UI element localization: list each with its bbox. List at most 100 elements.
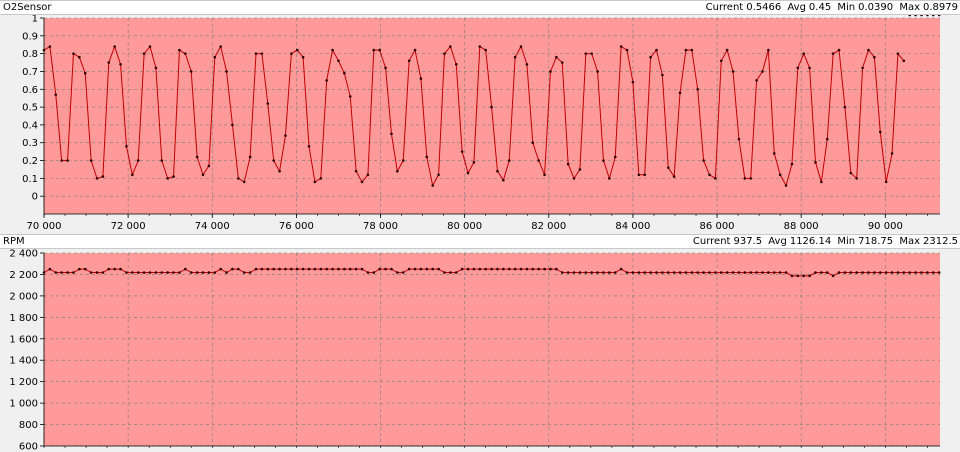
rpm-data-point — [213, 271, 217, 274]
rpm-ytick-label: 1 800 — [9, 313, 38, 324]
rpm-data-point — [566, 271, 570, 274]
rpm-data-point — [755, 271, 758, 274]
rpm-data-point — [531, 267, 535, 271]
rpm-data-point — [384, 267, 387, 271]
rpm-data-point — [684, 271, 688, 274]
rpm-current-label: Current — [692, 236, 731, 247]
rpm-data-point — [83, 267, 87, 271]
rpm-data-point — [419, 267, 423, 271]
rpm-data-point — [637, 271, 641, 274]
rpm-data-point — [525, 267, 529, 271]
rpm-data-point — [48, 267, 52, 271]
o2-data-point — [466, 171, 470, 175]
rpm-data-point — [237, 267, 240, 271]
rpm-data-point — [625, 271, 629, 274]
rpm-data-point — [325, 267, 328, 271]
rpm-data-point — [690, 271, 694, 274]
rpm-data-point — [790, 274, 794, 278]
rpm-data-point — [331, 267, 334, 271]
o2-ytick-label: 0.6 — [22, 85, 38, 96]
o2-data-point — [290, 52, 293, 55]
o2-data-point — [931, 15, 935, 17]
rpm-data-point — [873, 271, 876, 274]
rpm-data-point — [431, 267, 434, 271]
o2-data-point — [655, 48, 658, 52]
rpm-data-point — [66, 271, 69, 274]
o2-data-point — [643, 173, 646, 177]
o2-data-point — [189, 70, 193, 73]
o2-data-point — [849, 171, 853, 175]
o2-data-point — [502, 178, 505, 182]
o2-data-point — [419, 77, 423, 80]
o2-data-point — [843, 105, 847, 109]
rpm-ytick-label: 800 — [19, 420, 38, 431]
rpm-data-point — [154, 271, 158, 274]
o2-data-point — [490, 105, 493, 109]
o2-avg-value: 0.45 — [808, 2, 832, 13]
o2-data-point — [855, 177, 859, 180]
rpm-data-point — [378, 267, 381, 271]
o2-min-value: 0.0390 — [858, 2, 894, 13]
o2-ytick-label: 0.5 — [22, 103, 38, 114]
rpm-data-point — [254, 267, 258, 271]
o2-max-label: Max — [899, 2, 920, 13]
o2-data-point — [119, 63, 122, 66]
rpm-data-point — [189, 271, 193, 274]
rpm-data-point — [655, 271, 658, 274]
rpm-data-point — [931, 271, 935, 274]
rpm-data-point — [543, 267, 546, 271]
rpm-chart[interactable]: 600 800 1 000 1 200 1 400 1 600 1 800 2 000 2 20… — [0, 249, 960, 452]
o2-data-point — [725, 48, 729, 52]
o2-data-point — [560, 61, 564, 64]
o2-data-point — [867, 48, 870, 52]
o2-data-point — [160, 159, 164, 162]
o2-data-point — [696, 87, 700, 91]
o2-data-point — [666, 166, 670, 169]
rpm-data-point — [808, 274, 811, 278]
rpm-ytick-label: 1 400 — [9, 356, 38, 367]
o2-data-point — [66, 159, 69, 162]
o2-data-point — [549, 70, 552, 73]
o2-data-point — [531, 141, 535, 145]
rpm-data-point — [301, 267, 305, 271]
rpm-data-point — [60, 271, 63, 274]
o2-data-point — [154, 66, 158, 70]
o2-data-point — [755, 79, 758, 82]
o2-data-point — [54, 93, 58, 96]
o2-data-point — [884, 180, 888, 184]
o2-data-point — [578, 168, 582, 171]
rpm-data-point — [484, 267, 487, 271]
o2-data-point — [796, 66, 800, 70]
rpm-data-point — [195, 271, 199, 274]
rpm-data-point — [820, 271, 823, 274]
rpm-data-point — [549, 267, 552, 271]
rpm-data-point — [366, 271, 370, 274]
o2-chart[interactable]: 0 0.1 0.2 0.3 0.4 0.5 0.6 0.7 0.8 0.9 1 70 000 72 00… — [0, 15, 960, 234]
rpm-data-point — [584, 271, 588, 274]
o2-data-point — [926, 15, 929, 17]
o2-ytick-label: 1 — [32, 15, 38, 25]
o2-data-point — [178, 48, 181, 52]
o2-avg-label: Avg — [787, 2, 806, 13]
o2-data-point — [207, 164, 211, 168]
rpm-data-point — [360, 267, 364, 271]
rpm-data-point — [54, 271, 58, 274]
o2-data-point — [113, 45, 116, 48]
rpm-data-point — [837, 271, 841, 274]
o2-data-point — [231, 123, 234, 127]
o2-data-point — [396, 169, 399, 173]
rpm-data-point — [572, 271, 576, 274]
rpm-max-label: Max — [899, 236, 920, 247]
o2-data-point — [596, 70, 599, 73]
o2-data-point — [537, 159, 540, 162]
o2-data-point — [172, 175, 175, 178]
rpm-data-point — [266, 267, 270, 271]
o2-data-point — [166, 177, 169, 180]
o2-data-point — [825, 137, 829, 141]
o2-data-point — [331, 48, 334, 52]
rpm-data-point — [937, 271, 941, 274]
rpm-ytick-label: 600 — [19, 442, 38, 452]
o2-data-point — [366, 173, 370, 177]
rpm-data-point — [767, 271, 770, 274]
rpm-data-point — [72, 271, 75, 274]
